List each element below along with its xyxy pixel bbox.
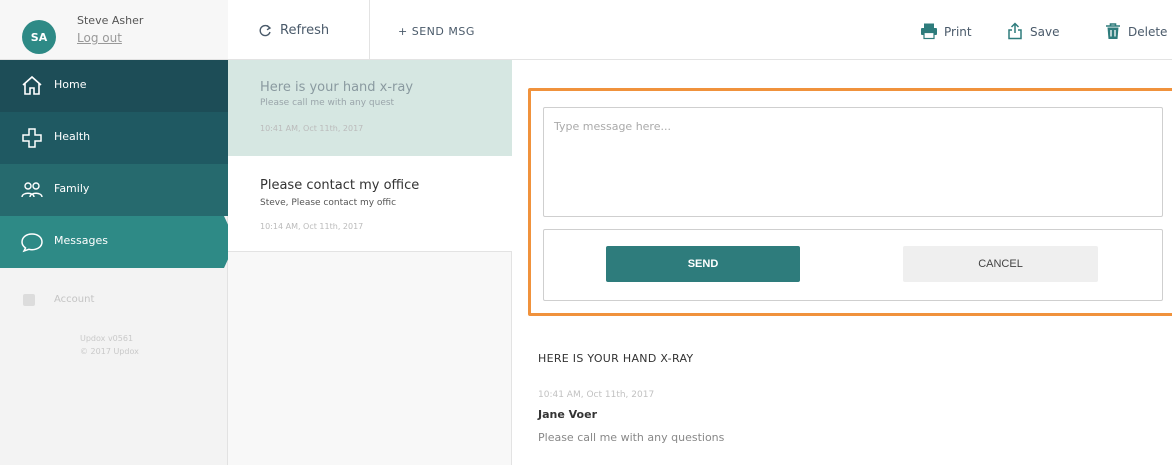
list-item[interactable]: Here is your hand x-ray Please call me w… <box>228 60 512 156</box>
message-list-panel: Refresh + SEND MSG Here is your hand x-r… <box>228 0 512 465</box>
nav-label-health: Health <box>54 130 91 143</box>
message-time: 10:14 AM, Oct 11th, 2017 <box>260 222 364 231</box>
print-label: Print <box>944 25 972 39</box>
detail-toolbar: Print Save Delete <box>512 0 1172 60</box>
logout-link[interactable]: Log out <box>77 31 122 45</box>
family-icon <box>20 178 44 202</box>
compose-button-row: SEND CANCEL <box>543 229 1163 301</box>
footer-version: Updox v0561 <box>80 334 134 343</box>
message-input[interactable] <box>543 107 1163 217</box>
printer-icon <box>920 22 938 40</box>
footer-copyright: © 2017 Updox <box>80 347 139 356</box>
nav-label-family: Family <box>54 182 90 195</box>
message-time: 10:41 AM, Oct 11th, 2017 <box>260 124 364 133</box>
message-subject: Please contact my office <box>260 178 420 193</box>
share-upload-icon <box>1006 22 1024 40</box>
detail-body: Please call me with any questions <box>538 431 725 444</box>
compose-panel: SEND CANCEL <box>528 88 1172 316</box>
nav-item-family[interactable]: Family <box>0 164 228 216</box>
save-label: Save <box>1030 25 1060 39</box>
avatar[interactable]: SA <box>22 20 56 54</box>
refresh-icon <box>258 23 272 37</box>
nav-label-messages: Messages <box>54 234 108 247</box>
list-toolbar: Refresh + SEND MSG <box>228 0 512 60</box>
user-name: Steve Asher <box>77 14 144 27</box>
detail-subject: HERE IS YOUR HAND X-RAY <box>538 352 694 365</box>
app: SA Steve Asher Log out Home Health Famil… <box>0 0 1172 465</box>
detail-time: 10:41 AM, Oct 11th, 2017 <box>538 390 655 400</box>
detail-sender: Jane Voer <box>538 408 597 421</box>
nav-item-account[interactable]: Account <box>0 284 228 314</box>
send-button[interactable]: SEND <box>606 246 800 282</box>
cancel-button[interactable]: CANCEL <box>903 246 1098 282</box>
account-icon <box>22 292 36 306</box>
user-panel: SA Steve Asher Log out <box>0 0 228 60</box>
refresh-label: Refresh <box>280 23 330 38</box>
nav-item-home[interactable]: Home <box>0 60 228 112</box>
chat-bubble-icon <box>20 230 44 254</box>
delete-label: Delete <box>1128 25 1168 39</box>
send-msg-button[interactable]: + SEND MSG <box>370 0 512 60</box>
message-subject: Here is your hand x-ray <box>260 80 414 95</box>
nav-item-messages[interactable]: Messages <box>0 216 224 268</box>
list-item[interactable]: Please contact my office Steve, Please c… <box>228 156 512 252</box>
refresh-button[interactable]: Refresh <box>228 0 370 60</box>
message-preview: Steve, Please contact my offic <box>260 198 397 208</box>
send-msg-label: + SEND MSG <box>398 25 475 38</box>
message-detail-panel: Print Save Delete SEND CANCEL HER <box>512 0 1172 465</box>
nav-item-health[interactable]: Health <box>0 112 228 164</box>
health-cross-icon <box>20 126 44 150</box>
nav-label-account: Account <box>54 294 95 305</box>
nav-label-home: Home <box>54 78 87 91</box>
message-preview: Please call me with any quest <box>260 98 395 108</box>
home-icon <box>20 74 44 98</box>
sidebar: SA Steve Asher Log out Home Health Famil… <box>0 0 236 465</box>
trash-icon <box>1104 22 1122 40</box>
